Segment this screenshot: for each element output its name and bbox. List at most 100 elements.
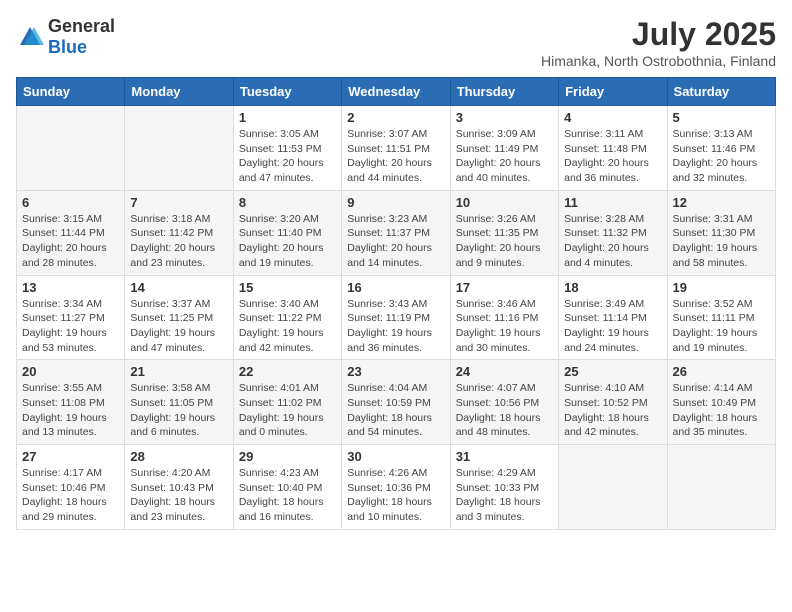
day-info: Sunrise: 3:15 AMSunset: 11:44 PMDaylight…: [22, 212, 119, 271]
calendar-subtitle: Himanka, North Ostrobothnia, Finland: [541, 53, 776, 69]
weekday-header-tuesday: Tuesday: [233, 78, 341, 106]
day-info: Sunrise: 3:23 AMSunset: 11:37 PMDaylight…: [347, 212, 444, 271]
day-info: Sunrise: 3:46 AMSunset: 11:16 PMDaylight…: [456, 297, 553, 356]
day-number: 31: [456, 449, 553, 464]
calendar-cell: 22 Sunrise: 4:01 AMSunset: 11:02 PMDaylig…: [233, 360, 341, 445]
logo-text-general: General: [48, 16, 115, 36]
calendar-cell: [125, 106, 233, 191]
day-number: 11: [564, 195, 661, 210]
day-info: Sunrise: 4:23 AMSunset: 10:40 PMDaylight…: [239, 466, 336, 525]
weekday-header-sunday: Sunday: [17, 78, 125, 106]
calendar-cell: 29 Sunrise: 4:23 AMSunset: 10:40 PMDaylig…: [233, 445, 341, 530]
calendar-cell: [559, 445, 667, 530]
day-info: Sunrise: 3:28 AMSunset: 11:32 PMDaylight…: [564, 212, 661, 271]
day-number: 26: [673, 364, 770, 379]
day-info: Sunrise: 4:10 AMSunset: 10:52 PMDaylight…: [564, 381, 661, 440]
day-number: 28: [130, 449, 227, 464]
day-info: Sunrise: 4:14 AMSunset: 10:49 PMDaylight…: [673, 381, 770, 440]
day-info: Sunrise: 4:07 AMSunset: 10:56 PMDaylight…: [456, 381, 553, 440]
day-info: Sunrise: 4:26 AMSunset: 10:36 PMDaylight…: [347, 466, 444, 525]
calendar-table: SundayMondayTuesdayWednesdayThursdayFrid…: [16, 77, 776, 530]
day-info: Sunrise: 3:52 AMSunset: 11:11 PMDaylight…: [673, 297, 770, 356]
logo: General Blue: [16, 16, 115, 58]
day-info: Sunrise: 3:20 AMSunset: 11:40 PMDaylight…: [239, 212, 336, 271]
day-number: 25: [564, 364, 661, 379]
day-number: 17: [456, 280, 553, 295]
calendar-title: July 2025: [541, 16, 776, 53]
calendar-cell: 30 Sunrise: 4:26 AMSunset: 10:36 PMDaylig…: [342, 445, 450, 530]
day-info: Sunrise: 3:13 AMSunset: 11:46 PMDaylight…: [673, 127, 770, 186]
day-number: 14: [130, 280, 227, 295]
weekday-header-row: SundayMondayTuesdayWednesdayThursdayFrid…: [17, 78, 776, 106]
calendar-cell: 17 Sunrise: 3:46 AMSunset: 11:16 PMDaylig…: [450, 275, 558, 360]
calendar-cell: 7 Sunrise: 3:18 AMSunset: 11:42 PMDayligh…: [125, 190, 233, 275]
calendar-cell: 16Sunrise: 3:43 AMSunset: 11:19 PMDaylig…: [342, 275, 450, 360]
day-info: Sunrise: 3:26 AMSunset: 11:35 PMDaylight…: [456, 212, 553, 271]
day-number: 12: [673, 195, 770, 210]
day-number: 10: [456, 195, 553, 210]
day-info: Sunrise: 3:34 AMSunset: 11:27 PMDaylight…: [22, 297, 119, 356]
day-number: 19: [673, 280, 770, 295]
day-number: 7: [130, 195, 227, 210]
day-info: Sunrise: 4:29 AMSunset: 10:33 PMDaylight…: [456, 466, 553, 525]
calendar-week-1: 1Sunrise: 3:05 AMSunset: 11:53 PMDayligh…: [17, 106, 776, 191]
calendar-cell: 5 Sunrise: 3:13 AMSunset: 11:46 PMDayligh…: [667, 106, 775, 191]
calendar-cell: 24 Sunrise: 4:07 AMSunset: 10:56 PMDaylig…: [450, 360, 558, 445]
calendar-cell: 2Sunrise: 3:07 AMSunset: 11:51 PMDayligh…: [342, 106, 450, 191]
calendar-cell: 20 Sunrise: 3:55 AMSunset: 11:08 PMDaylig…: [17, 360, 125, 445]
day-number: 3: [456, 110, 553, 125]
calendar-cell: 31 Sunrise: 4:29 AMSunset: 10:33 PMDaylig…: [450, 445, 558, 530]
calendar-cell: 26 Sunrise: 4:14 AMSunset: 10:49 PMDaylig…: [667, 360, 775, 445]
weekday-header-wednesday: Wednesday: [342, 78, 450, 106]
day-info: Sunrise: 3:55 AMSunset: 11:08 PMDaylight…: [22, 381, 119, 440]
day-number: 9: [347, 195, 444, 210]
calendar-body: 1Sunrise: 3:05 AMSunset: 11:53 PMDayligh…: [17, 106, 776, 530]
calendar-cell: 13 Sunrise: 3:34 AMSunset: 11:27 PMDaylig…: [17, 275, 125, 360]
calendar-week-5: 27 Sunrise: 4:17 AMSunset: 10:46 PMDaylig…: [17, 445, 776, 530]
calendar-cell: 12Sunrise: 3:31 AMSunset: 11:30 PMDaylig…: [667, 190, 775, 275]
title-block: July 2025 Himanka, North Ostrobothnia, F…: [541, 16, 776, 69]
day-number: 21: [130, 364, 227, 379]
day-number: 29: [239, 449, 336, 464]
day-number: 22: [239, 364, 336, 379]
day-info: Sunrise: 4:17 AMSunset: 10:46 PMDaylight…: [22, 466, 119, 525]
calendar-cell: 8Sunrise: 3:20 AMSunset: 11:40 PMDayligh…: [233, 190, 341, 275]
day-number: 6: [22, 195, 119, 210]
weekday-header-thursday: Thursday: [450, 78, 558, 106]
day-number: 27: [22, 449, 119, 464]
calendar-cell: 10 Sunrise: 3:26 AMSunset: 11:35 PMDaylig…: [450, 190, 558, 275]
day-number: 5: [673, 110, 770, 125]
calendar-cell: 19 Sunrise: 3:52 AMSunset: 11:11 PMDaylig…: [667, 275, 775, 360]
day-info: Sunrise: 3:37 AMSunset: 11:25 PMDaylight…: [130, 297, 227, 356]
day-number: 16: [347, 280, 444, 295]
logo-icon: [16, 23, 44, 51]
calendar-week-4: 20 Sunrise: 3:55 AMSunset: 11:08 PMDaylig…: [17, 360, 776, 445]
day-info: Sunrise: 4:20 AMSunset: 10:43 PMDaylight…: [130, 466, 227, 525]
calendar-cell: 9 Sunrise: 3:23 AMSunset: 11:37 PMDayligh…: [342, 190, 450, 275]
day-info: Sunrise: 3:05 AMSunset: 11:53 PMDaylight…: [239, 127, 336, 186]
day-info: Sunrise: 3:11 AMSunset: 11:48 PMDaylight…: [564, 127, 661, 186]
calendar-cell: 15Sunrise: 3:40 AMSunset: 11:22 PMDaylig…: [233, 275, 341, 360]
day-number: 2: [347, 110, 444, 125]
day-number: 20: [22, 364, 119, 379]
day-number: 24: [456, 364, 553, 379]
day-info: Sunrise: 3:58 AMSunset: 11:05 PMDaylight…: [130, 381, 227, 440]
day-number: 30: [347, 449, 444, 464]
calendar-cell: 11 Sunrise: 3:28 AMSunset: 11:32 PMDaylig…: [559, 190, 667, 275]
day-info: Sunrise: 3:18 AMSunset: 11:42 PMDaylight…: [130, 212, 227, 271]
day-info: Sunrise: 3:09 AMSunset: 11:49 PMDaylight…: [456, 127, 553, 186]
weekday-header-monday: Monday: [125, 78, 233, 106]
calendar-cell: 14 Sunrise: 3:37 AMSunset: 11:25 PMDaylig…: [125, 275, 233, 360]
logo-text-blue: Blue: [48, 37, 87, 57]
calendar-cell: 18Sunrise: 3:49 AMSunset: 11:14 PMDaylig…: [559, 275, 667, 360]
calendar-cell: 27 Sunrise: 4:17 AMSunset: 10:46 PMDaylig…: [17, 445, 125, 530]
calendar-week-3: 13 Sunrise: 3:34 AMSunset: 11:27 PMDaylig…: [17, 275, 776, 360]
day-number: 4: [564, 110, 661, 125]
day-info: Sunrise: 3:40 AMSunset: 11:22 PMDaylight…: [239, 297, 336, 356]
calendar-cell: 6 Sunrise: 3:15 AMSunset: 11:44 PMDayligh…: [17, 190, 125, 275]
day-number: 13: [22, 280, 119, 295]
calendar-cell: 21 Sunrise: 3:58 AMSunset: 11:05 PMDaylig…: [125, 360, 233, 445]
day-number: 23: [347, 364, 444, 379]
calendar-week-2: 6 Sunrise: 3:15 AMSunset: 11:44 PMDayligh…: [17, 190, 776, 275]
day-info: Sunrise: 4:01 AMSunset: 11:02 PMDaylight…: [239, 381, 336, 440]
